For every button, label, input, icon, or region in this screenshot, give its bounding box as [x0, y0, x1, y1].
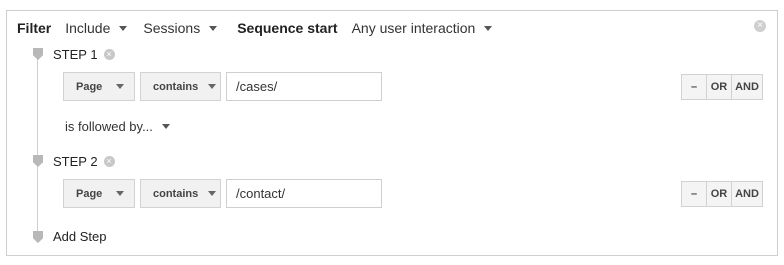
- step-1-operator-group: – OR AND: [681, 74, 763, 100]
- step-1-match-dropdown[interactable]: contains: [140, 72, 221, 101]
- step-1-remove-condition-button[interactable]: –: [682, 75, 707, 99]
- chevron-down-icon: [209, 25, 218, 31]
- chevron-down-icon: [116, 84, 124, 89]
- step-2-match-dropdown[interactable]: contains: [140, 179, 221, 208]
- step-2-condition-row: Page contains: [63, 179, 382, 208]
- chevron-down-icon: [119, 25, 128, 31]
- add-step-marker-icon: [33, 231, 43, 243]
- remove-step-1-icon[interactable]: ×: [103, 49, 115, 60]
- step-2-operator-group: – OR AND: [681, 181, 763, 207]
- step-2-title: STEP 2: [53, 154, 98, 169]
- step-2-label: STEP 2 ×: [53, 154, 115, 169]
- followed-by-dropdown[interactable]: is followed by...: [65, 119, 170, 134]
- step-1-title: STEP 1: [53, 47, 98, 62]
- filter-header: Filter Include Sessions Sequence start A…: [17, 18, 493, 38]
- include-dropdown[interactable]: Include: [65, 20, 128, 36]
- step-1-match-value: contains: [153, 80, 199, 93]
- remove-step-2-icon[interactable]: ×: [103, 156, 115, 167]
- step-1-dimension-dropdown[interactable]: Page: [63, 72, 135, 101]
- step-2-or-button[interactable]: OR: [707, 182, 732, 206]
- sequence-start-label: Sequence start: [237, 20, 338, 36]
- step-2-value-input[interactable]: [226, 179, 382, 208]
- chevron-down-icon: [208, 84, 217, 89]
- step-2-match-value: contains: [153, 187, 199, 200]
- step-1-or-button[interactable]: OR: [707, 75, 732, 99]
- followed-by-value: is followed by...: [65, 119, 153, 134]
- chevron-down-icon: [161, 124, 170, 129]
- step-2-and-button[interactable]: AND: [732, 182, 762, 206]
- step-marker-icon: [33, 155, 43, 167]
- sequence-start-value: Any user interaction: [351, 20, 476, 36]
- clear-filter-icon[interactable]: ×: [754, 20, 766, 32]
- chevron-down-icon: [208, 191, 217, 196]
- add-step-link[interactable]: Add Step: [53, 229, 107, 244]
- scope-dropdown-value: Sessions: [143, 20, 201, 36]
- chevron-down-icon: [116, 191, 124, 196]
- step-1-value-input[interactable]: [226, 72, 382, 101]
- step-1-condition-row: Page contains: [63, 72, 382, 101]
- step-2-remove-condition-button[interactable]: –: [682, 182, 707, 206]
- scope-dropdown[interactable]: Sessions: [143, 20, 218, 36]
- step-timeline: [37, 49, 38, 239]
- step-1-and-button[interactable]: AND: [732, 75, 762, 99]
- step-1-label: STEP 1 ×: [53, 47, 115, 62]
- step-2-dimension-value: Page: [76, 187, 103, 200]
- filter-label: Filter: [17, 20, 52, 36]
- chevron-down-icon: [484, 25, 493, 31]
- include-dropdown-value: Include: [65, 20, 111, 36]
- step-marker-icon: [33, 48, 43, 60]
- sequence-start-dropdown[interactable]: Any user interaction: [352, 20, 493, 36]
- sequence-filter-panel: Filter Include Sessions Sequence start A…: [6, 10, 778, 256]
- step-2-dimension-dropdown[interactable]: Page: [63, 179, 135, 208]
- step-1-dimension-value: Page: [76, 80, 103, 93]
